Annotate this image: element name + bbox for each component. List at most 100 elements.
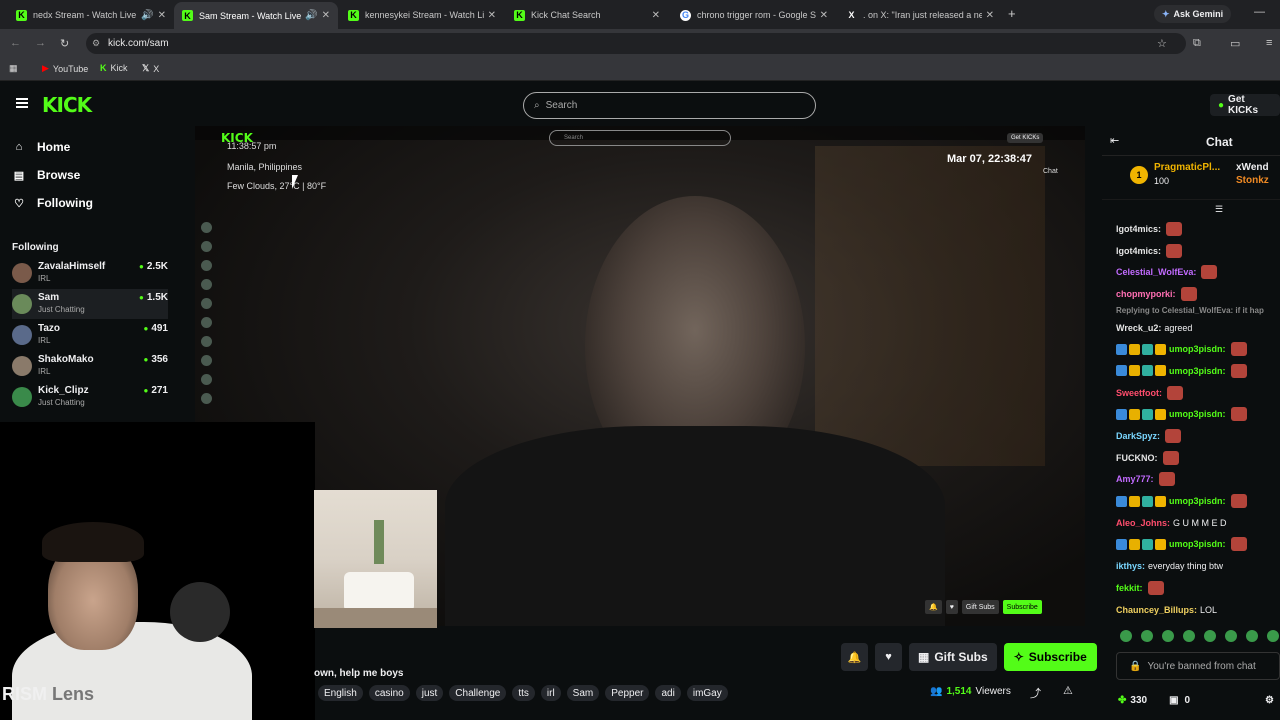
close-tab-icon[interactable]: ✕ bbox=[986, 10, 994, 21]
chat-username[interactable]: ikthys: bbox=[1116, 561, 1145, 571]
bookmark-x[interactable]: 𝕏 X bbox=[142, 63, 159, 74]
chat-username[interactable]: lgot4mics: bbox=[1116, 224, 1161, 234]
subscribe-button[interactable]: ✧ Subscribe bbox=[1003, 643, 1097, 671]
get-kicks-button[interactable]: ● Get KICKs bbox=[1210, 94, 1280, 116]
nav-browse[interactable]: ▤ Browse bbox=[12, 168, 81, 182]
subscribe-label: Subscribe bbox=[1028, 650, 1087, 664]
leader-name-2[interactable]: xWend bbox=[1236, 162, 1269, 173]
chat-username[interactable]: Wreck_u2: bbox=[1116, 323, 1161, 333]
following-item-kick-clipz[interactable]: Kick_Clipz Just Chatting 271 bbox=[12, 382, 168, 412]
tab-kick-chat-search[interactable]: K Kick Chat Search ✕ bbox=[506, 4, 668, 26]
close-tab-icon[interactable]: ✕ bbox=[820, 10, 828, 21]
reload-icon[interactable]: ↻ bbox=[60, 37, 69, 50]
expand-chevron-icon[interactable]: ☰ bbox=[1215, 204, 1223, 215]
sidepanel-icon[interactable]: ▭ bbox=[1230, 37, 1240, 50]
follow-heart-icon[interactable]: ♥ bbox=[875, 643, 902, 671]
tab-nedx[interactable]: K nedx Stream - Watch Live o 🔊 ✕ bbox=[8, 4, 174, 26]
leader-name[interactable]: PragmaticPl... bbox=[1154, 162, 1220, 173]
gift-box-icon[interactable]: ▣ bbox=[1169, 695, 1178, 706]
nav-following[interactable]: ♡ Following bbox=[12, 196, 93, 210]
overlay-location: Manila, Philippines bbox=[227, 162, 303, 172]
tag-chip[interactable]: Challenge bbox=[449, 685, 507, 701]
url-field[interactable]: ⚙ kick.com/sam bbox=[86, 33, 1186, 54]
emote-image-icon bbox=[1147, 580, 1164, 595]
bookmark-kick[interactable]: K Kick bbox=[100, 63, 128, 73]
site-info-icon[interactable]: ⚙ bbox=[92, 38, 100, 49]
chat-username[interactable]: umop3pisdn: bbox=[1169, 409, 1226, 419]
chat-username[interactable]: Sweetfoot: bbox=[1116, 388, 1162, 398]
following-item-zavalahimself[interactable]: ZavalaHimself IRL 2.5K bbox=[12, 258, 168, 288]
close-tab-icon[interactable]: ✕ bbox=[488, 10, 496, 21]
hamburger-menu-icon[interactable] bbox=[16, 98, 28, 108]
menu-icon[interactable]: ≡ bbox=[1266, 37, 1272, 49]
bookmark-youtube[interactable]: ▶ YouTube bbox=[42, 63, 88, 74]
close-tab-icon[interactable]: ✕ bbox=[322, 10, 330, 21]
search-input[interactable]: ⌕ Search bbox=[523, 92, 816, 119]
emote-icon[interactable] bbox=[1162, 630, 1174, 642]
chat-username[interactable]: umop3pisdn: bbox=[1169, 366, 1226, 376]
tab-google-search[interactable]: G chrono trigger rom - Google Se ✕ bbox=[672, 4, 836, 26]
kick-icon: K bbox=[100, 63, 107, 73]
chat-username[interactable]: fekkit: bbox=[1116, 583, 1143, 593]
forward-icon[interactable]: → bbox=[35, 37, 46, 49]
chat-username[interactable]: lgot4mics: bbox=[1116, 246, 1161, 256]
tab-sam[interactable]: K Sam Stream - Watch Live o 🔊 ✕ bbox=[174, 2, 338, 29]
tab-kennesykei[interactable]: K kennesykei Stream - Watch Liv ✕ bbox=[340, 4, 504, 26]
share-icon[interactable]: ⤴ bbox=[1030, 685, 1041, 701]
emote-icon[interactable] bbox=[1246, 630, 1258, 642]
tag-chip[interactable]: adi bbox=[655, 685, 681, 701]
gift-subs-button[interactable]: ▦ Gift Subs bbox=[909, 643, 997, 671]
nav-home[interactable]: ⌂ Home bbox=[12, 140, 71, 154]
emote-icon[interactable] bbox=[1183, 630, 1195, 642]
tag-chip[interactable]: casino bbox=[368, 685, 410, 701]
emote-icon[interactable] bbox=[1225, 630, 1237, 642]
apps-grid-icon[interactable]: ▦ bbox=[9, 63, 18, 74]
emote-icon[interactable] bbox=[1204, 630, 1216, 642]
collapse-chat-icon[interactable]: ⇤ bbox=[1110, 134, 1119, 147]
chat-settings-gear-icon[interactable]: ⚙ bbox=[1265, 695, 1274, 706]
chat-username[interactable]: chopmyporki: bbox=[1116, 289, 1176, 299]
speaker-icon[interactable]: 🔊 bbox=[141, 10, 153, 21]
minimize-icon[interactable]: — bbox=[1254, 6, 1265, 18]
tag-chip[interactable]: just bbox=[415, 685, 444, 701]
extensions-icon[interactable]: ⧉ bbox=[1193, 37, 1201, 50]
tag-chip[interactable]: tts bbox=[512, 685, 535, 701]
emote-icon[interactable] bbox=[1267, 630, 1279, 642]
tab-x-post[interactable]: X . on X: "Iran just released a new ✕ bbox=[838, 4, 1002, 26]
chat-username[interactable]: Aleo_Johns: bbox=[1116, 518, 1170, 528]
following-item-tazo[interactable]: Tazo IRL 491 bbox=[12, 320, 168, 350]
bookmark-star-icon[interactable]: ☆ bbox=[1157, 37, 1167, 50]
tag-chip[interactable]: Sam bbox=[566, 685, 600, 701]
report-warning-icon[interactable]: ⚠ bbox=[1063, 684, 1073, 697]
chat-username[interactable]: umop3pisdn: bbox=[1169, 344, 1226, 354]
kick-logo[interactable]: KICK bbox=[42, 93, 92, 117]
tag-chip[interactable]: irl bbox=[540, 685, 561, 701]
chat-username[interactable]: umop3pisdn: bbox=[1169, 539, 1226, 549]
pip-furniture bbox=[314, 608, 437, 628]
emote-icon[interactable] bbox=[1120, 630, 1132, 642]
following-item-shakomako[interactable]: ShakoMako IRL 356 bbox=[12, 351, 168, 381]
close-tab-icon[interactable]: ✕ bbox=[158, 10, 166, 21]
chat-username[interactable]: Celestial_WolfEva: bbox=[1116, 267, 1196, 277]
new-tab-icon[interactable]: + bbox=[1008, 6, 1016, 21]
emote-icon[interactable] bbox=[1141, 630, 1153, 642]
tag-chip[interactable]: imGay bbox=[686, 685, 728, 701]
close-tab-icon[interactable]: ✕ bbox=[652, 10, 660, 21]
chat-username[interactable]: FUCKNO: bbox=[1116, 453, 1158, 463]
chat-username[interactable]: DarkSpyz: bbox=[1116, 431, 1160, 441]
chat-username[interactable]: Chauncey_Billups: bbox=[1116, 605, 1197, 615]
leader-name-3[interactable]: Stonkz bbox=[1236, 175, 1269, 186]
tag-chip[interactable]: English bbox=[318, 685, 363, 701]
avatar bbox=[12, 294, 32, 314]
chat-message: umop3pisdn: bbox=[1116, 534, 1280, 556]
chat-username[interactable]: umop3pisdn: bbox=[1169, 496, 1226, 506]
chat-input-banned[interactable]: 🔒 You're banned from chat bbox=[1116, 652, 1280, 680]
tag-chip[interactable]: Pepper bbox=[605, 685, 650, 701]
channel-name: ZavalaHimself bbox=[38, 261, 106, 272]
ask-gemini-button[interactable]: ✦ Ask Gemini bbox=[1154, 5, 1232, 23]
chat-username[interactable]: Amy777: bbox=[1116, 474, 1154, 484]
back-icon[interactable]: ← bbox=[10, 37, 21, 49]
notification-bell-icon[interactable]: 🔔 bbox=[841, 643, 868, 671]
following-item-sam[interactable]: Sam Just Chatting 1.5K bbox=[12, 289, 168, 319]
speaker-icon[interactable]: 🔊 bbox=[305, 10, 317, 21]
